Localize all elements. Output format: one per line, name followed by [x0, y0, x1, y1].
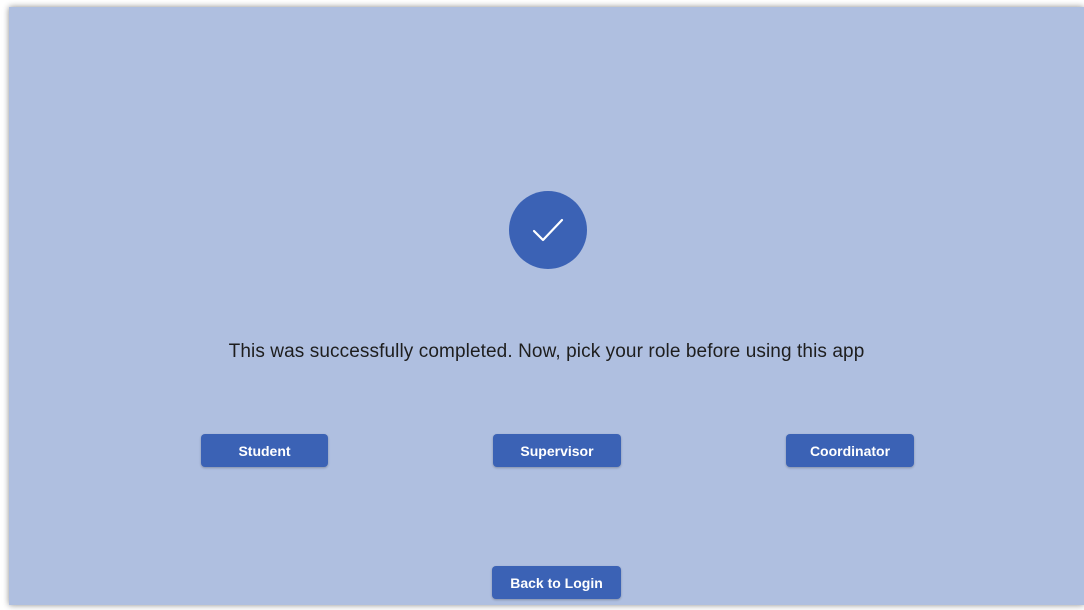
supervisor-role-button[interactable]: Supervisor — [493, 434, 621, 467]
checkmark-icon — [532, 218, 564, 242]
success-screen: This was successfully completed. Now, pi… — [9, 7, 1084, 605]
student-role-button[interactable]: Student — [201, 434, 328, 467]
coordinator-role-button[interactable]: Coordinator — [786, 434, 914, 467]
success-badge — [509, 191, 587, 269]
success-message: This was successfully completed. Now, pi… — [228, 341, 865, 362]
back-to-login-button[interactable]: Back to Login — [492, 566, 621, 599]
